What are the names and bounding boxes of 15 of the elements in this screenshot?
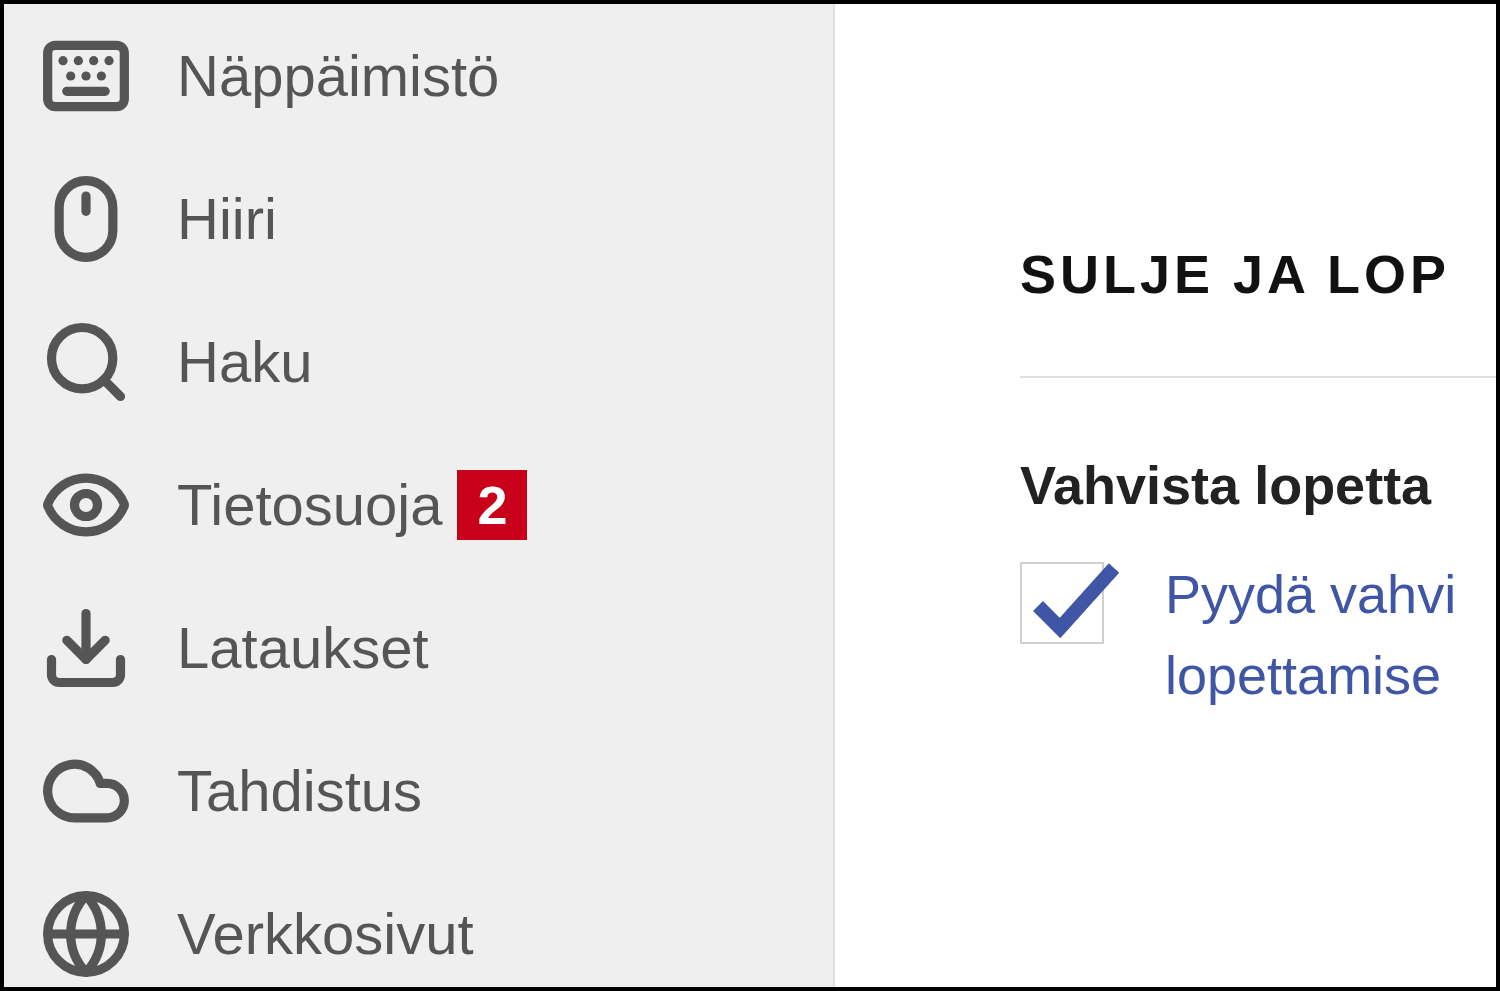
sidebar-item[interactable]: Lataukset xyxy=(4,576,833,719)
sidebar-item[interactable]: Tahdistus xyxy=(4,719,833,862)
sidebar-item[interactable]: Näppäimistö xyxy=(4,4,833,147)
count-badge: 2 xyxy=(457,469,528,540)
sidebar-item[interactable]: Tietosuoja 2 xyxy=(4,433,833,576)
sidebar-label: Verkkosivut xyxy=(177,904,474,963)
sidebar-label: Lataukset xyxy=(177,618,429,677)
section-heading: SULJE JA LOP xyxy=(1020,247,1452,301)
option-label[interactable]: Pyydä vahvi lopettamise xyxy=(1165,554,1457,716)
sidebar-item[interactable]: Hiiri xyxy=(4,147,833,290)
sidebar-label: Hiiri xyxy=(177,189,277,248)
sidebar-label: Haku xyxy=(177,332,313,391)
sidebar-item[interactable]: Verkkosivut xyxy=(4,862,833,987)
sidebar-item[interactable]: Haku xyxy=(4,290,833,433)
sidebar-label: Tahdistus xyxy=(177,761,423,820)
